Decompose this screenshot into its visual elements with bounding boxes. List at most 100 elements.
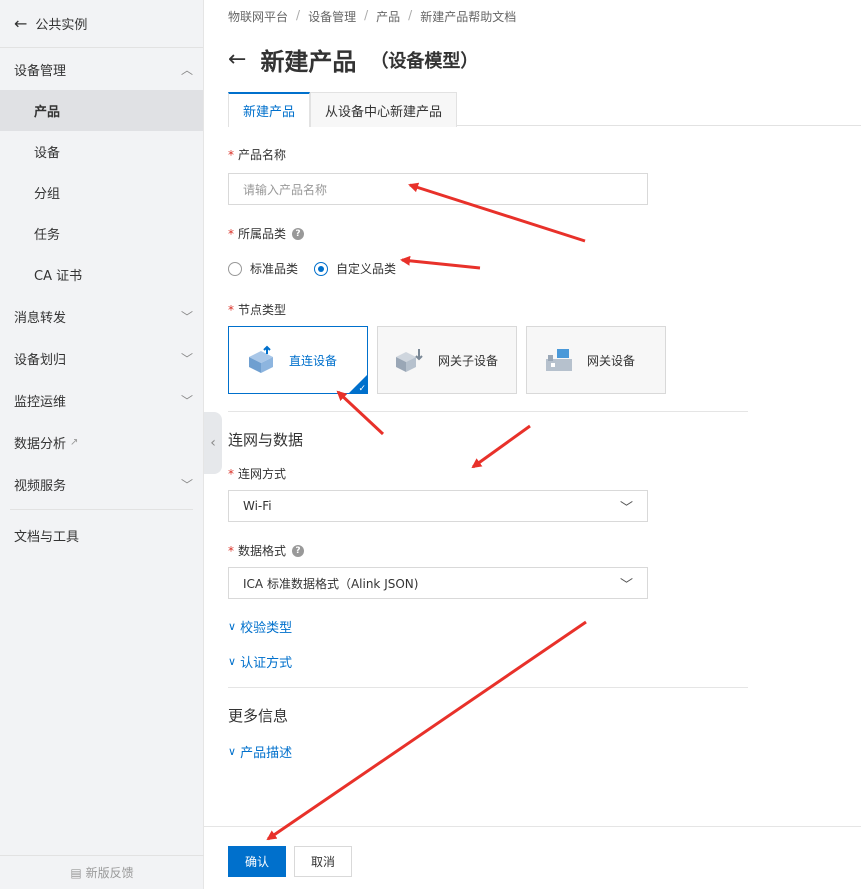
required-mark: * — [228, 543, 234, 558]
node-type-label: * 节点类型 — [228, 301, 748, 318]
tab-from-device-center[interactable]: 从设备中心新建产品 — [310, 92, 458, 127]
node-card-gateway[interactable]: 网关设备 — [526, 326, 666, 394]
chevron-down-icon: ∨ — [228, 620, 237, 633]
sidebar-item-device[interactable]: 设备 — [0, 131, 203, 172]
cancel-button[interactable]: 取消 — [294, 846, 352, 877]
external-link-icon: ↗ — [70, 436, 79, 448]
gateway-device-icon — [546, 349, 572, 371]
validation-type-toggle[interactable]: ∨ 校验类型 — [228, 617, 748, 636]
form-footer: 确认 取消 — [204, 826, 861, 889]
radio-custom-category[interactable]: 自定义品类 — [314, 260, 396, 277]
card-label: 网关子设备 — [438, 353, 499, 368]
network-method-label: * 连网方式 — [228, 465, 748, 482]
radio-label: 标准品类 — [250, 262, 299, 276]
field-label: 数据格式 — [238, 544, 287, 558]
direct-device-icon — [249, 345, 273, 373]
field-label: 连网方式 — [238, 467, 287, 481]
card-label: 直连设备 — [289, 353, 338, 368]
page-subtitle: （设备模型） — [370, 50, 479, 72]
network-section-title: 连网与数据 — [228, 431, 304, 449]
radio-circle-selected — [314, 261, 329, 276]
network-method-select[interactable]: Wi-Fi ﹀ — [228, 490, 648, 522]
chevron-down-icon: ∨ — [228, 745, 237, 758]
sidebar-section-label: 消息转发 — [14, 310, 67, 326]
card-label: 网关设备 — [587, 353, 636, 368]
node-card-direct[interactable]: 直连设备 ✓ — [228, 326, 368, 394]
sidebar-section-label: 监控运维 — [14, 394, 67, 410]
sidebar-section-analytics[interactable]: 数据分析 ↗ — [0, 421, 203, 463]
breadcrumb: 物联网平台 / 设备管理 / 产品 / 新建产品帮助文档 — [228, 8, 516, 25]
category-radio-group: 标准品类 自定义品类 — [228, 260, 748, 277]
sidebar-section-message[interactable]: 消息转发 ﹀ — [0, 295, 203, 337]
sidebar-divider — [10, 509, 193, 510]
category-label: * 所属品类 ? — [228, 225, 748, 242]
expander-label: 产品描述 — [240, 746, 293, 761]
required-mark: * — [228, 147, 234, 162]
sidebar-item-task[interactable]: 任务 — [0, 213, 203, 254]
back-to-instances[interactable]: ← 公共实例 — [0, 0, 203, 48]
select-value: ICA 标准数据格式（Alink JSON) — [243, 576, 419, 591]
breadcrumb-separator: / — [408, 8, 413, 22]
page-header: ← 新建产品 （设备模型） — [228, 42, 478, 77]
auth-method-toggle[interactable]: ∨ 认证方式 — [228, 652, 748, 671]
sidebar-section-video[interactable]: 视频服务 ﹀ — [0, 463, 203, 505]
sidebar-section-label: 视频服务 — [14, 478, 67, 494]
feedback-button[interactable]: ▤ 新版反馈 — [0, 855, 204, 889]
section-divider — [228, 687, 748, 688]
breadcrumb-item[interactable]: 新建产品帮助文档 — [420, 8, 516, 25]
chevron-down-icon: ﹀ — [619, 577, 633, 593]
breadcrumb-item[interactable]: 产品 — [376, 8, 400, 25]
sidebar-item-ca-cert[interactable]: CA 证书 — [0, 254, 203, 295]
help-icon[interactable]: ? — [292, 227, 305, 240]
expander-label: 校验类型 — [240, 621, 293, 636]
data-format-select[interactable]: ICA 标准数据格式（Alink JSON) ﹀ — [228, 567, 648, 599]
node-card-gateway-sub[interactable]: 网关子设备 — [377, 326, 517, 394]
sidebar-section-label: 文档与工具 — [14, 529, 80, 545]
product-form: * 产品名称 请输入产品名称 * 所属品类 ? 标准品类 自定义品类 * 节点类… — [228, 126, 748, 761]
data-format-label: * 数据格式 ? — [228, 542, 748, 559]
product-name-input[interactable]: 请输入产品名称 — [228, 173, 648, 205]
sidebar-section-device-mgmt[interactable]: 设备管理 ︿ — [0, 48, 203, 90]
breadcrumb-item[interactable]: 设备管理 — [308, 8, 356, 25]
sidebar-item-group[interactable]: 分组 — [0, 172, 203, 213]
breadcrumb-item[interactable]: 物联网平台 — [228, 8, 288, 25]
help-icon[interactable]: ? — [292, 544, 305, 557]
feedback-label: 新版反馈 — [85, 866, 134, 880]
sidebar-section-assign[interactable]: 设备划归 ﹀ — [0, 337, 203, 379]
section-divider — [228, 411, 748, 412]
node-type-cards: 直连设备 ✓ 网关子设备 网关设备 — [228, 326, 748, 394]
sidebar-section-label: 设备划归 — [14, 352, 67, 368]
required-mark: * — [228, 302, 234, 317]
tab-new-product[interactable]: 新建产品 — [228, 92, 311, 127]
gateway-subdevice-icon — [396, 349, 423, 372]
confirm-button[interactable]: 确认 — [228, 846, 286, 877]
field-label: 产品名称 — [238, 148, 287, 162]
tab-bar: 新建产品 从设备中心新建产品 — [228, 92, 861, 127]
instance-label: 公共实例 — [35, 18, 88, 33]
required-mark: * — [228, 466, 234, 481]
chevron-down-icon: ﹀ — [180, 393, 193, 408]
sidebar-section-monitor[interactable]: 监控运维 ﹀ — [0, 379, 203, 421]
radio-circle — [228, 261, 242, 276]
required-mark: * — [228, 226, 234, 241]
sidebar: ← 公共实例 设备管理 ︿ 产品 设备 分组 任务 CA 证书 消息转发 ﹀ 设… — [0, 0, 204, 889]
product-name-label: * 产品名称 — [228, 146, 748, 163]
expander-label: 认证方式 — [240, 656, 293, 671]
sidebar-item-docs-tools[interactable]: 文档与工具 — [0, 514, 203, 556]
chevron-down-icon: ﹀ — [180, 351, 193, 366]
breadcrumb-separator: / — [296, 8, 301, 22]
sidebar-section-label-wrap: 数据分析 ↗ — [14, 433, 78, 452]
feedback-icon: ▤ — [70, 865, 82, 880]
product-desc-toggle[interactable]: ∨ 产品描述 — [228, 742, 748, 761]
radio-standard-category[interactable]: 标准品类 — [228, 260, 298, 277]
chevron-up-icon: ︿ — [180, 62, 193, 77]
chevron-down-icon: ﹀ — [619, 500, 633, 516]
sidebar-item-product[interactable]: 产品 — [0, 90, 203, 131]
back-arrow-icon: ← — [14, 14, 28, 33]
selected-check-icon: ✓ — [348, 374, 368, 394]
field-label: 节点类型 — [238, 303, 287, 317]
more-info-section-title: 更多信息 — [228, 707, 289, 725]
sidebar-section-label: 数据分析 — [14, 436, 67, 452]
page-title: 新建产品 — [260, 48, 357, 76]
back-arrow-icon[interactable]: ← — [228, 47, 246, 72]
